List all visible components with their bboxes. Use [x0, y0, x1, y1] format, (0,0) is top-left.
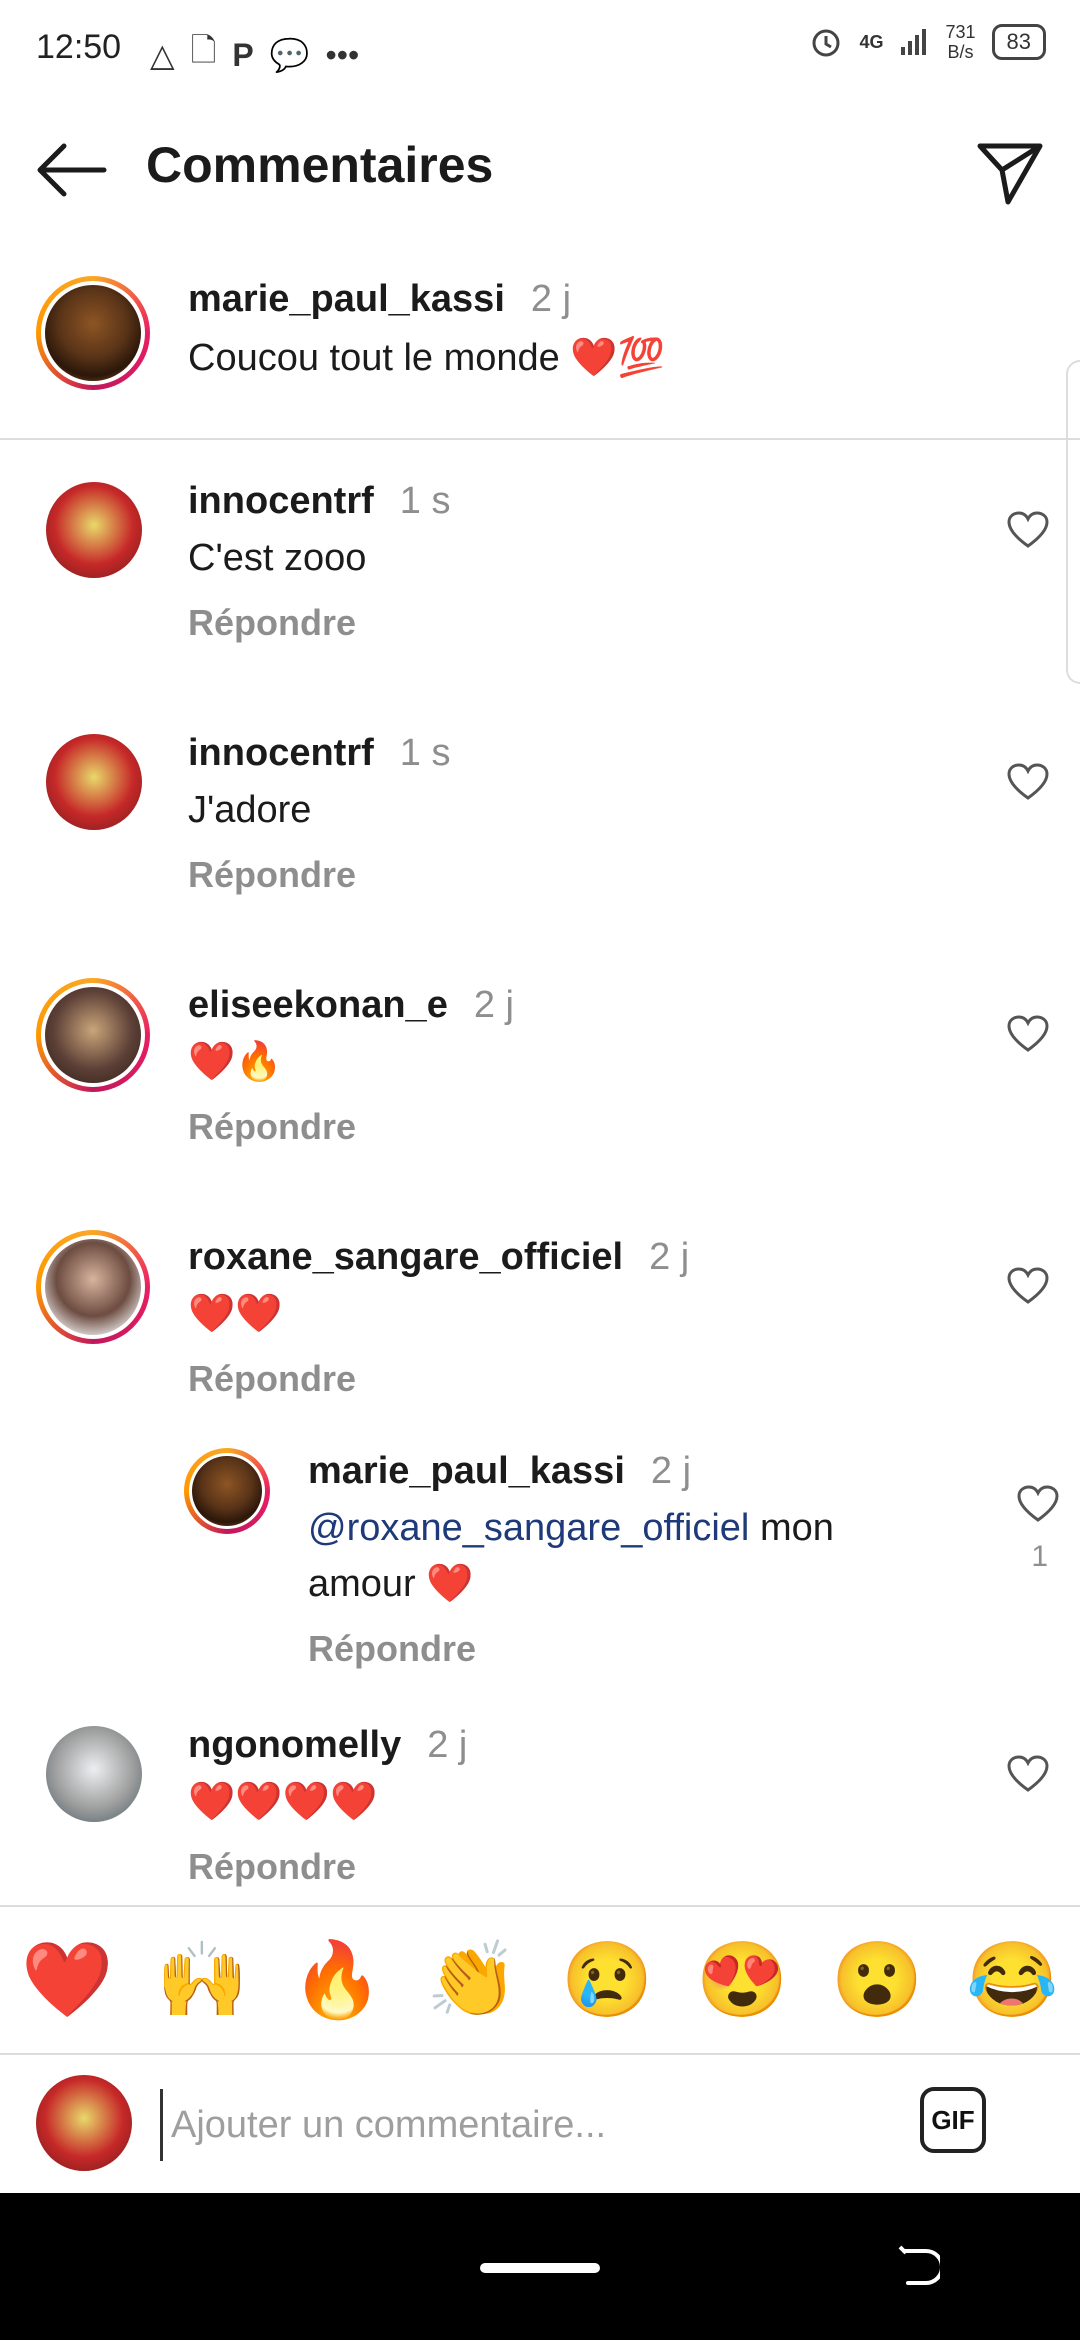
caption-text: Coucou tout le monde ❤️💯	[188, 337, 665, 379]
post-caption: marie_paul_kassi 2 j Coucou tout le monde…	[0, 260, 1080, 440]
comment-item: innocentrf 1 s J'adore Répondre	[0, 732, 1080, 932]
like-heart-icon[interactable]	[1006, 1754, 1050, 1794]
reply-button[interactable]: Répondre	[308, 1628, 476, 1670]
comment-time: 2 j	[427, 1724, 468, 1766]
parking-app-icon: P	[232, 36, 254, 73]
more-notifications-icon: •••	[325, 36, 360, 73]
caption-header: marie_paul_kassi 2 j	[188, 278, 571, 321]
back-arrow-icon[interactable]	[34, 142, 108, 198]
avatar[interactable]	[36, 276, 150, 390]
comment-header: eliseekonan_e 2 j	[188, 984, 514, 1027]
page-title: Commentaires	[146, 137, 494, 193]
like-heart-icon[interactable]	[1006, 1014, 1050, 1054]
comment-text: ❤️❤️❤️❤️	[188, 1781, 378, 1823]
comment-input-bar: GIF	[0, 2053, 1080, 2193]
emoji-laughing-button[interactable]: 😂	[966, 1937, 1058, 2024]
comment-text: ❤️🔥	[188, 1041, 283, 1083]
caption-time: 2 j	[530, 278, 572, 320]
comment-username[interactable]: innocentrf	[188, 732, 374, 774]
network-speed: 731 B/s	[945, 22, 975, 62]
comment-username[interactable]: ngonomelly	[188, 1724, 401, 1766]
comment-item: innocentrf 1 s C'est zooo Répondre	[0, 480, 1080, 680]
reply-button[interactable]: Répondre	[188, 1846, 356, 1888]
emoji-heart-eyes-button[interactable]: 😍	[696, 1937, 788, 2024]
avatar[interactable]	[46, 482, 142, 578]
reply-time: 2 j	[650, 1450, 692, 1492]
avatar[interactable]	[184, 1448, 270, 1534]
warning-icon: △	[150, 37, 175, 73]
comment-time: 2 j	[473, 984, 514, 1026]
share-send-icon[interactable]	[974, 136, 1046, 208]
comment-header: roxane_sangare_officiel 2 j	[188, 1236, 689, 1279]
reply-button[interactable]: Répondre	[188, 602, 356, 644]
mention-link[interactable]: @roxane_sangare_officiel	[308, 1507, 749, 1549]
like-heart-icon[interactable]	[1016, 1484, 1060, 1524]
reply-button[interactable]: Répondre	[188, 1358, 356, 1400]
comment-time: 2 j	[649, 1236, 690, 1278]
reply-text-line1: mon	[749, 1507, 834, 1549]
network-type: 4G	[859, 31, 884, 52]
avatar[interactable]	[36, 1230, 150, 1344]
status-time: 12:50	[36, 28, 122, 66]
avatar[interactable]	[46, 734, 142, 830]
status-left-icons: △ 🗋 P 💬 •••	[150, 28, 359, 82]
comment-header: ngonomelly 2 j	[188, 1724, 467, 1767]
comment-item: roxane_sangare_officiel 2 j ❤️❤️ Répondre	[0, 1230, 1080, 1436]
reply-text: @roxane_sangare_officiel mon amour ❤️	[308, 1500, 928, 1612]
reply-header: marie_paul_kassi 2 j	[308, 1450, 691, 1493]
nested-reply-item: marie_paul_kassi 2 j @roxane_sangare_offi…	[0, 1448, 1080, 1678]
alarm-icon	[812, 29, 840, 57]
speed-unit: B/s	[947, 42, 974, 62]
emoji-heart-button[interactable]: ❤️	[21, 1937, 113, 2024]
like-heart-icon[interactable]	[1006, 762, 1050, 802]
avatar[interactable]	[46, 1726, 142, 1822]
battery-indicator: 83	[991, 24, 1046, 60]
status-right-icons: 4G 731 B/s 83	[809, 22, 1046, 62]
gif-button[interactable]: GIF	[920, 2087, 986, 2153]
comment-header: innocentrf 1 s	[188, 480, 450, 523]
system-navigation-bar	[0, 2193, 1080, 2340]
comment-text: J'adore	[188, 789, 312, 831]
like-count: 1	[1031, 1540, 1048, 1573]
signal-icon	[901, 29, 927, 55]
avatar	[36, 2075, 132, 2171]
caption-username[interactable]: marie_paul_kassi	[188, 278, 505, 320]
comment-text: ❤️❤️	[188, 1293, 283, 1335]
battery-saver-icon: 🗋	[190, 32, 217, 68]
reply-text-line2: amour ❤️	[308, 1563, 474, 1605]
quick-emoji-bar: ❤️ 🙌 🔥 👏 😢 😍 😮 😂	[0, 1905, 1080, 2055]
emoji-raised-hands-button[interactable]: 🙌	[156, 1937, 248, 2024]
comment-time: 1 s	[399, 732, 451, 774]
reply-username[interactable]: marie_paul_kassi	[308, 1450, 625, 1492]
speed-value: 731	[945, 22, 976, 42]
emoji-clap-button[interactable]: 👏	[426, 1937, 518, 2024]
emoji-crying-button[interactable]: 😢	[561, 1937, 653, 2024]
rotate-screen-icon[interactable]	[896, 2245, 940, 2289]
home-gesture-pill[interactable]	[480, 2263, 600, 2273]
like-heart-icon[interactable]	[1006, 1266, 1050, 1306]
comment-username[interactable]: innocentrf	[188, 480, 374, 522]
comment-item: eliseekonan_e 2 j ❤️🔥 Répondre	[0, 978, 1080, 1184]
comment-header: innocentrf 1 s	[188, 732, 450, 775]
comment-username[interactable]: roxane_sangare_officiel	[188, 1236, 623, 1278]
comment-username[interactable]: eliseekonan_e	[188, 984, 448, 1026]
comment-item: ngonomelly 2 j ❤️❤️❤️❤️ Répondre	[0, 1724, 1080, 1904]
comment-text: C'est zooo	[188, 537, 367, 579]
avatar[interactable]	[36, 978, 150, 1092]
emoji-fire-button[interactable]: 🔥	[291, 1937, 383, 2024]
comment-time: 1 s	[399, 480, 451, 522]
emoji-surprised-button[interactable]: 😮	[831, 1937, 923, 2024]
comments-header: Commentaires	[0, 110, 1080, 230]
reply-button[interactable]: Répondre	[188, 1106, 356, 1148]
status-bar: 12:50 △ 🗋 P 💬 ••• 4G 731 B/s 83	[0, 0, 1080, 100]
reply-button[interactable]: Répondre	[188, 854, 356, 896]
like-heart-icon[interactable]	[1006, 510, 1050, 550]
comment-input[interactable]	[160, 2089, 893, 2161]
message-icon: 💬	[269, 37, 310, 73]
